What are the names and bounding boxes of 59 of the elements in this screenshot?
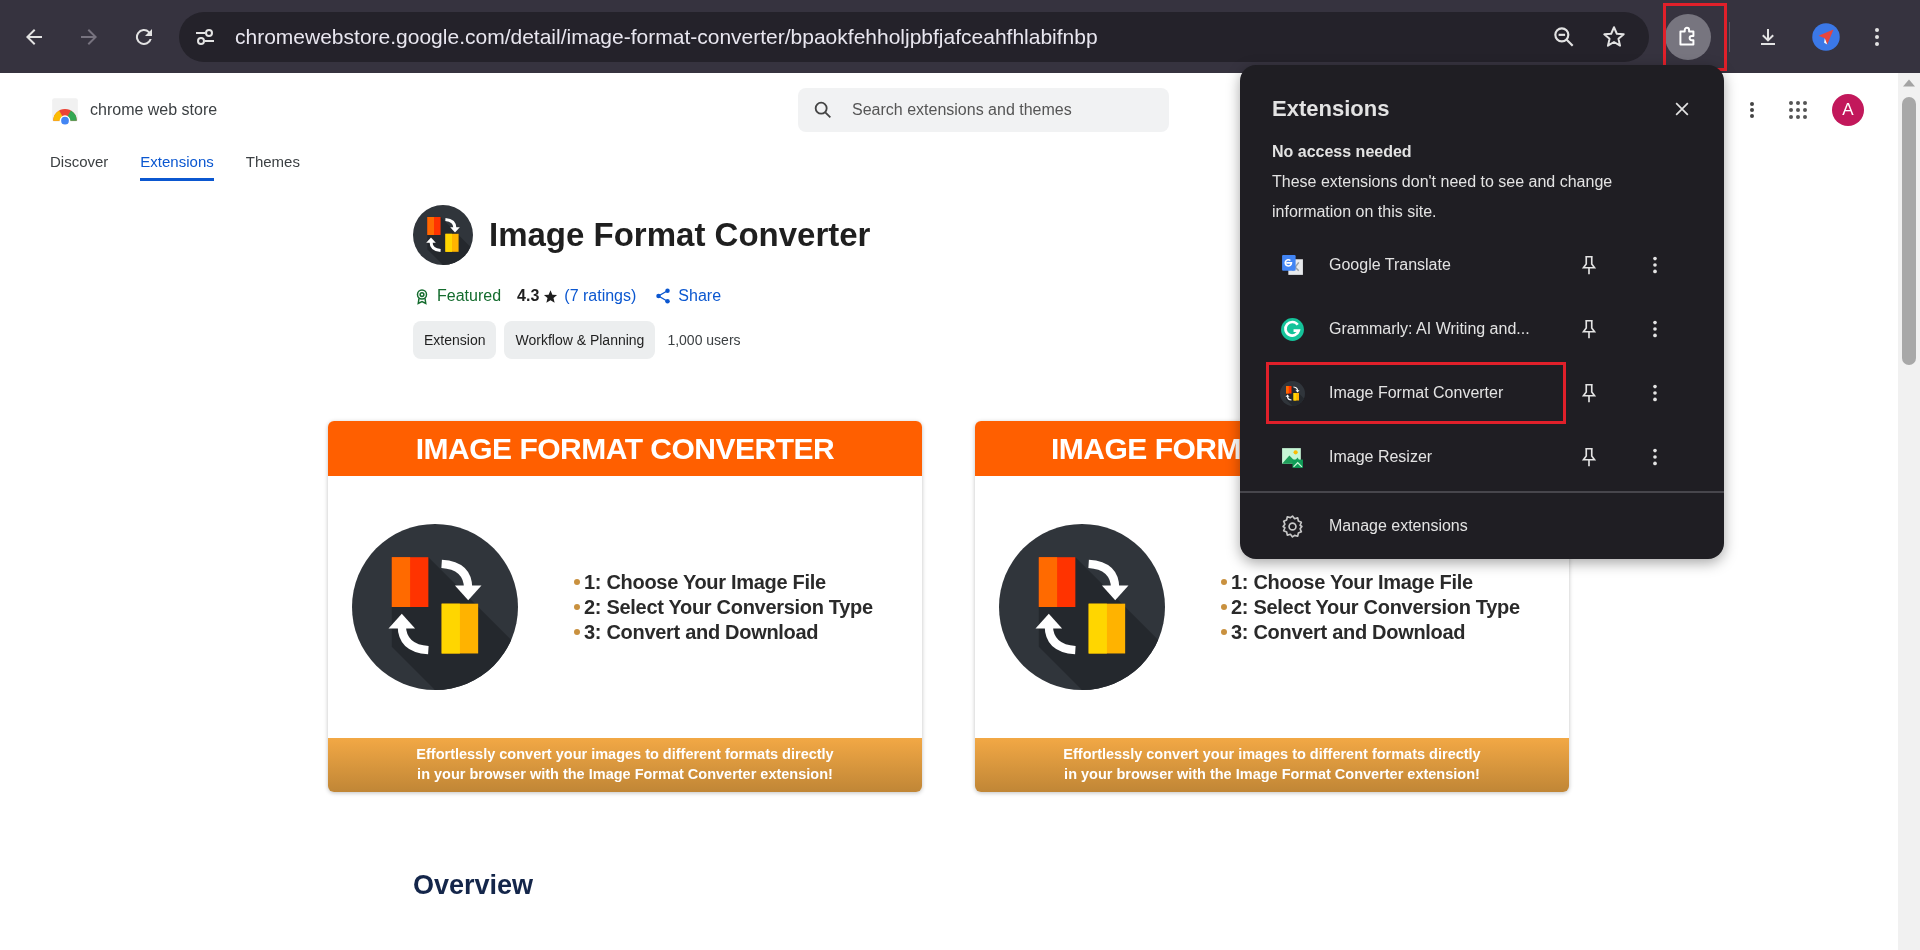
extension-logo-icon xyxy=(413,205,473,265)
rating-value: 4.3 xyxy=(517,287,540,305)
manage-extensions-link[interactable]: Manage extensions xyxy=(1329,517,1468,535)
extensions-button[interactable] xyxy=(1665,13,1711,60)
section-label: No access needed xyxy=(1271,142,1413,161)
extension-item[interactable]: Image Format Converter xyxy=(1266,362,1566,424)
nav-tab[interactable]: Extensions xyxy=(140,145,214,181)
bullet-icon xyxy=(574,629,580,635)
converter-logo-icon xyxy=(352,524,518,690)
user-count: 1,000 users xyxy=(667,332,741,348)
ratings-link[interactable]: (7 ratings) xyxy=(564,287,637,305)
bullet-icon xyxy=(1221,604,1227,610)
step-text: 3: Convert and Download xyxy=(1231,620,1466,644)
store-logo-icon[interactable] xyxy=(50,95,80,125)
search-bar[interactable]: Search extensions and themes xyxy=(798,88,1169,132)
settings-icon[interactable] xyxy=(1280,513,1305,539)
star-icon xyxy=(543,288,559,304)
section-description: These extensions don't need to see and change information on this site. xyxy=(1271,172,1614,222)
search-field[interactable]: Search extensions and themes xyxy=(850,100,1154,120)
converter-logo-icon xyxy=(999,524,1165,690)
scrollbar[interactable] xyxy=(1898,73,1920,950)
share-icon xyxy=(654,287,673,305)
extension-title: Image Format Converter xyxy=(489,216,871,254)
store-name[interactable]: chrome web store xyxy=(90,101,218,119)
translate-icon xyxy=(1280,252,1305,278)
extension-item[interactable]: Google Translate xyxy=(1266,234,1566,296)
step-text: 2: Select Your Conversion Type xyxy=(1231,595,1520,619)
category-chip[interactable]: Workflow & Planning xyxy=(504,321,656,359)
bullet-icon xyxy=(1221,579,1227,585)
nav-tab[interactable]: Discover xyxy=(50,145,109,181)
extension-item[interactable]: Grammarly: AI Writing and... xyxy=(1266,298,1566,360)
banner-caption: Effortlessly convert your images to different formats directly in your browser with the Image Format Converter extension! xyxy=(1063,745,1481,784)
account-avatar[interactable]: A xyxy=(1832,94,1864,126)
screenshot-card[interactable] xyxy=(328,421,922,792)
featured-label: Featured xyxy=(437,287,502,305)
section-heading: Overview xyxy=(413,870,535,901)
banner-title: IMAGE FORM xyxy=(1051,431,1241,466)
address-bar[interactable]: chromewebstore.google.com/detail/image-format-converter/bpaokfehholjpbfjafceahfhlabifnbp xyxy=(179,11,1649,62)
banner-caption: Effortlessly convert your images to different formats directly in your browser with the Image Format Converter extension! xyxy=(416,745,834,784)
panel-title: Extensions xyxy=(1272,96,1390,122)
step-text: 1: Choose Your Image File xyxy=(584,570,826,594)
nav-tab[interactable]: Themes xyxy=(245,145,300,181)
grammarly-icon xyxy=(1280,316,1305,342)
category-chip[interactable]: Extension xyxy=(413,321,497,359)
extension-item[interactable]: Image Resizer xyxy=(1266,426,1566,488)
profile-icon[interactable] xyxy=(1811,21,1841,52)
step-text: 3: Convert and Download xyxy=(584,620,819,644)
converter-logo-icon xyxy=(1280,380,1305,406)
bullet-icon xyxy=(574,579,580,585)
search-icon xyxy=(812,99,834,121)
step-text: 1: Choose Your Image File xyxy=(1231,570,1473,594)
banner-title: IMAGE FORMAT CONVERTER xyxy=(415,431,835,466)
bullet-icon xyxy=(574,604,580,610)
scrollbar-thumb[interactable] xyxy=(1902,97,1916,365)
apps-grid-icon[interactable] xyxy=(1786,98,1810,122)
bookmark-star-icon[interactable] xyxy=(1601,23,1627,50)
share-link[interactable]: Share xyxy=(654,287,722,305)
step-text: 2: Select Your Conversion Type xyxy=(584,595,873,619)
bullet-icon xyxy=(1221,629,1227,635)
